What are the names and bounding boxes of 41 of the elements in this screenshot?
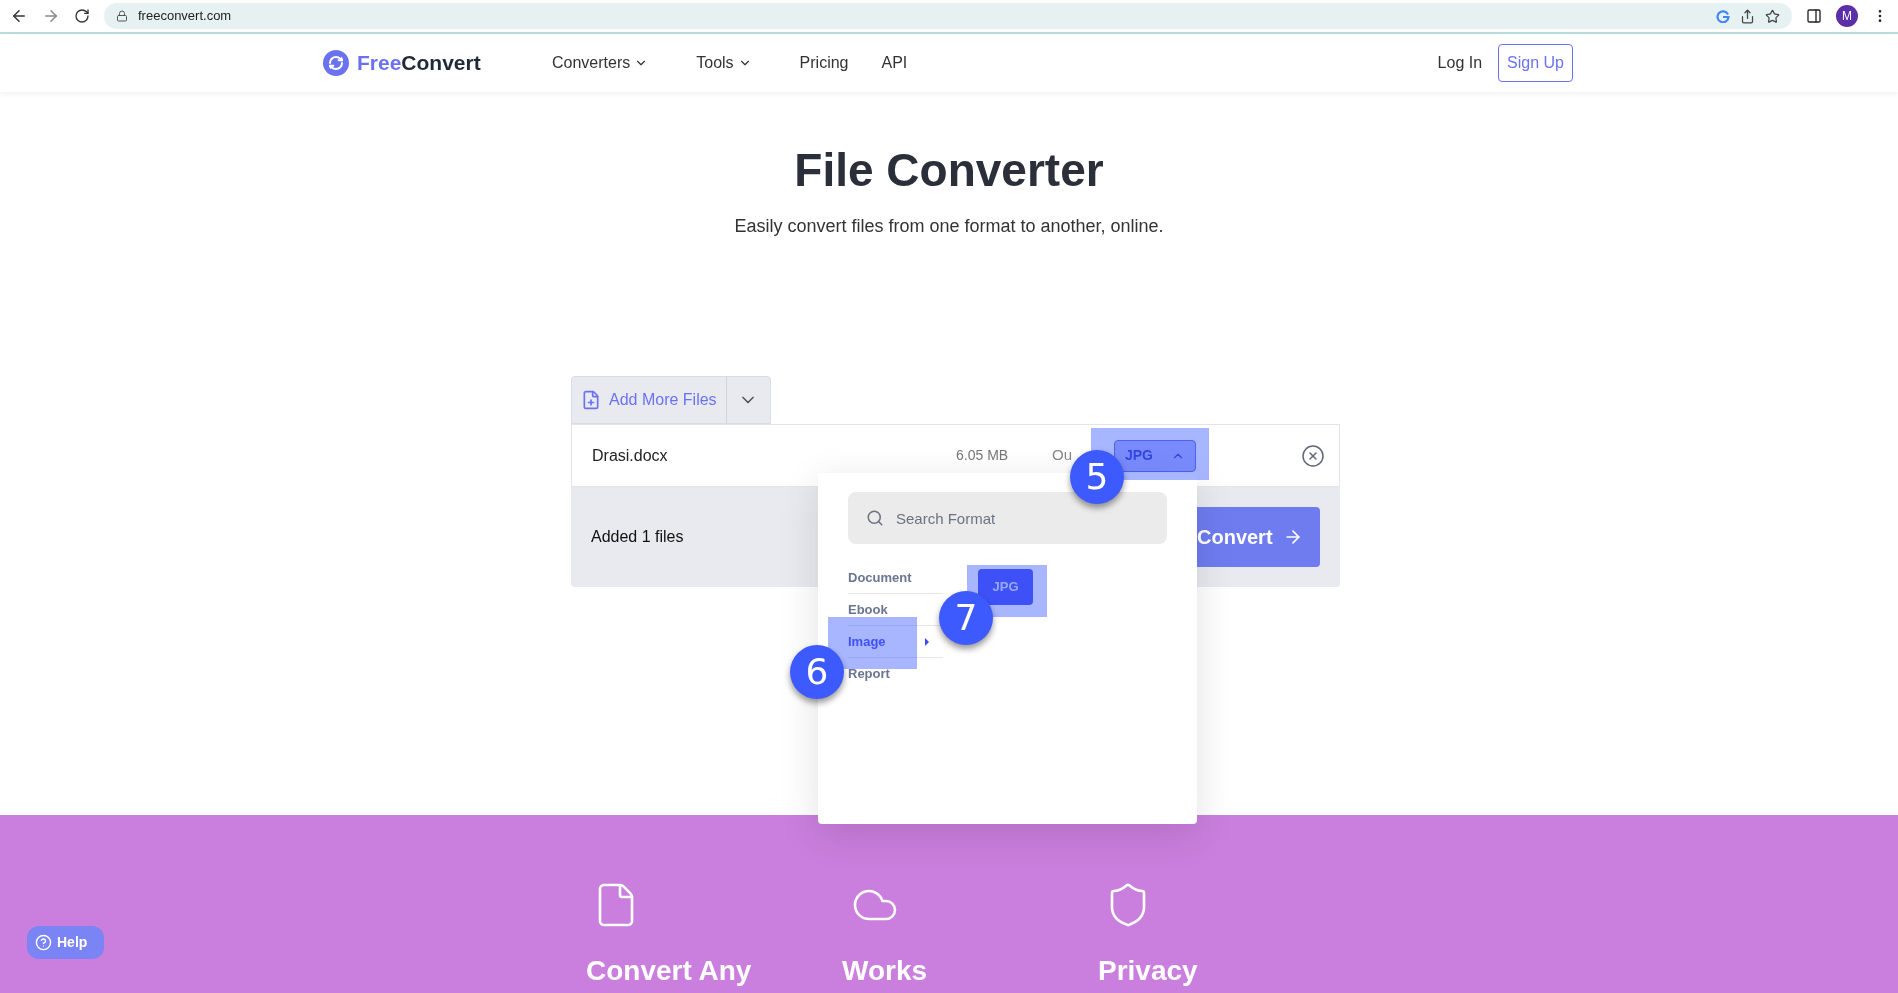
feature-title: Convert Any: [586, 955, 752, 987]
help-button[interactable]: Help: [27, 926, 104, 959]
site-logo[interactable]: FreeConvert: [357, 47, 481, 79]
file-name: Drasi.docx: [592, 445, 669, 466]
logo-icon[interactable]: [323, 50, 349, 76]
caret-right-icon: [925, 637, 929, 646]
url-text: freeconvert.com: [138, 7, 233, 26]
files-count: Added 1 files: [591, 527, 684, 547]
forward-icon[interactable]: [42, 7, 60, 25]
search-icon: [866, 509, 884, 527]
google-icon[interactable]: [1716, 9, 1730, 23]
format-option[interactable]: JPG: [978, 569, 1033, 605]
reload-icon[interactable]: [74, 8, 90, 24]
address-bar[interactable]: freeconvert.com: [104, 3, 1792, 29]
share-icon[interactable]: [1740, 8, 1755, 24]
close-icon[interactable]: [1301, 443, 1325, 468]
output-label: Ou: [1052, 445, 1073, 466]
lock-icon: [116, 10, 128, 22]
feature-title: Privacy: [1098, 955, 1198, 987]
step-marker: 6: [790, 645, 844, 699]
feature-title: Works: [842, 955, 928, 987]
add-files-button[interactable]: Add More Files: [572, 377, 727, 423]
format-category[interactable]: Report: [848, 658, 943, 690]
nav-link[interactable]: Pricing: [799, 51, 849, 75]
back-icon[interactable]: [10, 7, 28, 25]
file-plus-icon: [581, 390, 601, 410]
convert-button[interactable]: Convert: [1197, 507, 1320, 567]
nav-link[interactable]: API: [881, 51, 908, 75]
help-icon: [35, 934, 52, 951]
side-panel-icon[interactable]: [1806, 8, 1822, 24]
login-link[interactable]: Log In: [1437, 51, 1483, 75]
format-category[interactable]: Document: [848, 562, 943, 594]
page-subtitle: Easily convert files from one format to another, online.: [734, 215, 1164, 238]
file-size: 6.05 MB: [956, 446, 1010, 465]
signup-button[interactable]: Sign Up: [1498, 44, 1573, 82]
page-title: File Converter: [794, 143, 1104, 198]
profile-avatar[interactable]: M: [1836, 5, 1858, 27]
nav-link[interactable]: Converters: [552, 51, 649, 75]
bookmark-star-icon[interactable]: [1765, 8, 1780, 24]
search-format-field[interactable]: Search Format: [848, 492, 1167, 544]
nav-link[interactable]: Tools: [696, 51, 752, 75]
